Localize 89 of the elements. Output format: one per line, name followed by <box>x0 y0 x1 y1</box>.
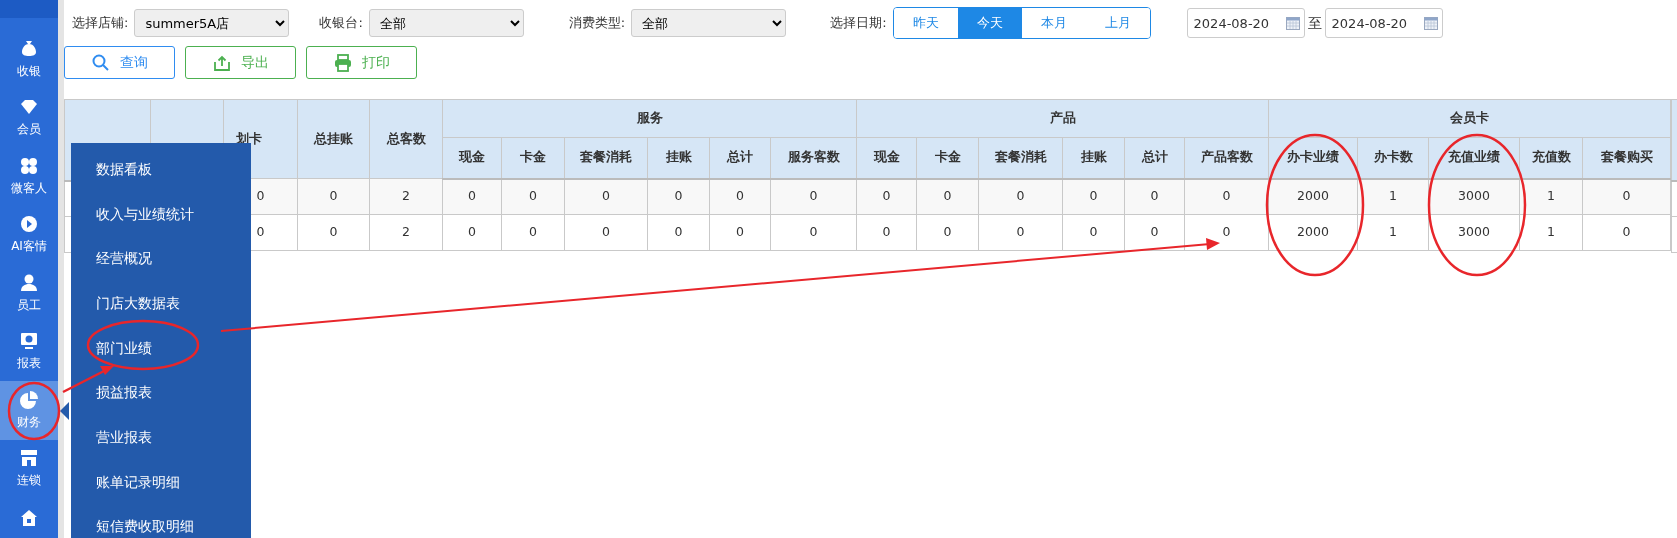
column-header: 套餐消耗 <box>978 137 1063 179</box>
column-header: 产品客数 <box>1184 137 1269 179</box>
column-header: 现金 <box>856 137 917 179</box>
calendar-icon[interactable] <box>1423 17 1438 30</box>
table-cell: 0 <box>978 214 1063 251</box>
table-cell: 0 <box>1124 178 1185 215</box>
filter-label: 选择店铺: <box>72 14 129 33</box>
table-cell: 0 <box>647 178 710 215</box>
table-cell: 0 <box>647 214 710 251</box>
print-button[interactable]: 打印 <box>306 46 417 79</box>
printer-icon <box>333 53 352 72</box>
table-cell: 0 <box>1062 178 1125 215</box>
upload-tray-icon <box>212 53 231 72</box>
table-cell: 0 <box>442 214 502 251</box>
table-cell: 0 <box>442 178 502 215</box>
table-cell: 0 <box>297 214 370 251</box>
table-cell: 0 <box>564 178 648 215</box>
annotation-ellipse <box>7 381 61 441</box>
play-icon <box>19 214 39 235</box>
table-cell: 1 <box>1519 214 1583 251</box>
range-separator: 至 <box>1307 13 1322 33</box>
menu-pointer-icon <box>60 402 69 420</box>
search-button[interactable]: 查询 <box>64 46 175 79</box>
date-range-button[interactable]: 今天 <box>957 8 1022 38</box>
column-header: 套餐消耗 <box>564 137 648 179</box>
sidebar-item[interactable]: 报表 <box>0 322 58 381</box>
date-field[interactable]: 2024-08-20 <box>1186 8 1305 38</box>
column-header: 现金 <box>442 137 502 179</box>
pie-chart-icon <box>19 389 39 410</box>
monitor-icon <box>19 331 39 352</box>
table-cell: 2000 <box>1268 214 1358 251</box>
table-cell: 2 <box>369 214 443 251</box>
column-header: 办卡数 <box>1357 137 1429 179</box>
date-field[interactable]: 2024-08-20 <box>1324 8 1443 38</box>
column-header: 总挂账 <box>297 99 370 179</box>
column-header: 服务客数 <box>770 137 857 179</box>
table-cell: 0 <box>1582 214 1671 251</box>
column-group-header: 服务 <box>442 99 857 138</box>
money-bag-icon <box>19 38 39 59</box>
column-group-header: 产品 <box>856 99 1269 138</box>
search-icon <box>91 53 110 72</box>
filter-label: 收银台: <box>319 14 363 33</box>
table-cell: 0 <box>564 214 648 251</box>
filter-select[interactable]: summer5A店 <box>134 9 290 37</box>
table-cell: 0 <box>916 214 979 251</box>
table-cell: 0 <box>1062 214 1125 251</box>
table-cell: 0 <box>770 214 857 251</box>
clover-icon <box>19 155 39 176</box>
sidebar-item[interactable]: 微客人 <box>0 147 58 206</box>
table-cell: 0 <box>770 178 857 215</box>
column-header: 总客数 <box>369 99 443 179</box>
table-cell: 0 <box>501 178 565 215</box>
sidebar-item[interactable]: 会员 <box>0 88 58 147</box>
filter-select[interactable]: 全部 <box>368 9 524 37</box>
sidebar-item[interactable]: AI客情 <box>0 205 58 264</box>
person-icon <box>19 272 39 293</box>
table-cell: 0 <box>916 178 979 215</box>
table-cell: 0 <box>501 214 565 251</box>
table-cell: 0 <box>709 178 771 215</box>
sidebar-item[interactable]: 连锁 <box>0 439 58 498</box>
export-button[interactable]: 导出 <box>185 46 296 79</box>
column-header: 总计 <box>709 137 771 179</box>
column-group-header: 会员卡 <box>1268 99 1671 138</box>
table-cell: 0 <box>297 178 370 215</box>
column-header: 充值数 <box>1519 137 1583 179</box>
column-header: 卡金 <box>916 137 979 179</box>
table-cell: 0 <box>856 214 917 251</box>
column-header: 挂账 <box>1062 137 1125 179</box>
table-cell: 2000 <box>1268 178 1358 215</box>
column-header: 总计 <box>1124 137 1185 179</box>
table-cell: 2 <box>369 178 443 215</box>
house-icon <box>19 508 39 528</box>
table-cell: 3000 <box>1428 214 1520 251</box>
store-icon <box>19 448 39 469</box>
table-cell: 0 <box>978 178 1063 215</box>
column-header: 卡金 <box>501 137 565 179</box>
filter-label: 消费类型: <box>568 14 626 33</box>
column-header: 挂账 <box>647 137 710 179</box>
table-cell: 3000 <box>1428 178 1520 215</box>
table-cell: 0 <box>1184 178 1269 215</box>
calendar-icon[interactable] <box>1285 17 1300 30</box>
table-cell: 0 <box>709 214 771 251</box>
sidebar-item[interactable]: 收银 <box>0 30 58 89</box>
table-cell: 0 <box>1582 178 1671 215</box>
sidebar-item[interactable]: 员工 <box>0 264 58 323</box>
filter-select[interactable]: 全部 <box>631 9 787 37</box>
table-cell: 0 <box>856 178 917 215</box>
filter-label: 选择日期: <box>830 14 887 33</box>
column-header: 套餐购买 <box>1582 137 1671 179</box>
